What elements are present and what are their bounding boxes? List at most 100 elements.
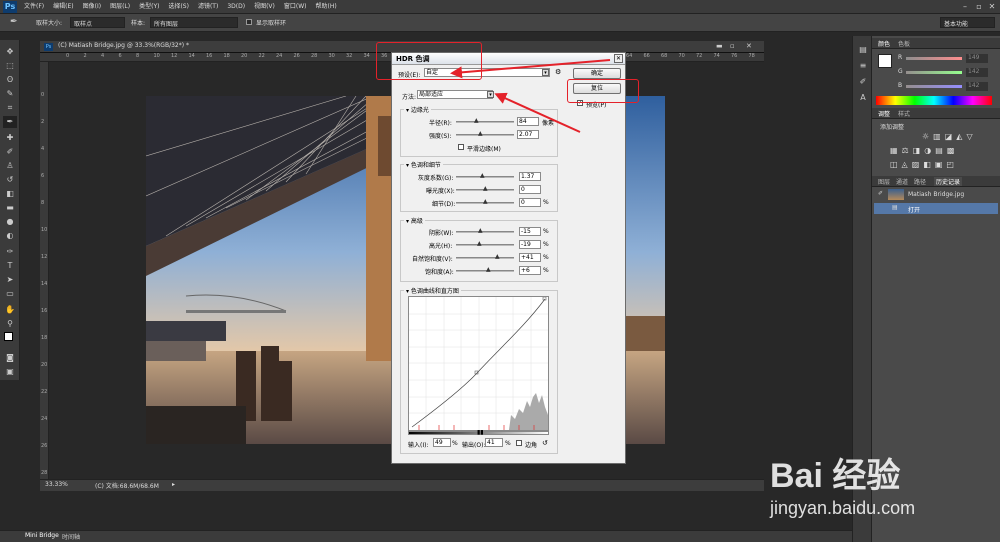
doc-restore-icon[interactable]: ▫ — [730, 42, 735, 50]
hand-tool-icon[interactable]: ✋ — [3, 304, 17, 316]
gamma-slider[interactable]: ▲ — [456, 173, 514, 179]
gradient-tool-icon[interactable]: ▬ — [3, 202, 17, 214]
stamp-tool-icon[interactable]: ♙ — [3, 160, 17, 172]
maximize-icon[interactable]: ▫ — [974, 2, 984, 11]
menu-item[interactable]: 图像(I) — [83, 0, 101, 14]
highlight-input[interactable]: -19 — [519, 240, 541, 249]
saturation-input[interactable]: +6 — [519, 266, 541, 275]
adjust-icons-row3[interactable]: ◫◬▨◧▣◰ — [890, 160, 958, 169]
zoom-level[interactable]: 33.33% — [45, 481, 68, 488]
type-tool-icon[interactable]: T — [3, 260, 17, 272]
smooth-edges-checkbox[interactable] — [458, 144, 464, 150]
shadow-slider[interactable]: ▲ — [456, 228, 514, 234]
tab-color[interactable]: 颜色 — [878, 39, 890, 48]
history-snapshot-row[interactable]: ✐ Matiash Bridge.jpg — [874, 188, 998, 202]
crop-tool-icon[interactable]: ⌗ — [3, 102, 17, 114]
menu-item[interactable]: 帮助(H) — [316, 0, 337, 14]
foreground-color-swatch[interactable] — [4, 332, 13, 341]
doc-info[interactable]: (C) 文档:68.6M/68.6M — [95, 481, 159, 490]
lasso-tool-icon[interactable]: ʘ — [3, 74, 17, 86]
b-slider[interactable] — [906, 85, 962, 88]
b-value[interactable]: 142 — [966, 82, 988, 91]
workspace-select[interactable]: 基本功能 — [940, 17, 995, 28]
color-spectrum-ramp[interactable] — [876, 96, 992, 105]
g-slider[interactable] — [906, 71, 962, 74]
menu-item[interactable]: 图层(L) — [110, 0, 130, 14]
dodge-tool-icon[interactable]: ◐ — [3, 230, 17, 242]
history-brush-icon[interactable]: ↺ — [3, 174, 17, 186]
tab-channels[interactable]: 通道 — [896, 177, 908, 186]
detail-slider[interactable]: ▲ — [456, 199, 514, 205]
highlight-slider[interactable]: ▲ — [456, 241, 514, 247]
show-ring-checkbox[interactable] — [246, 19, 252, 25]
close-icon[interactable]: ✕ — [987, 2, 997, 11]
mini-bridge-tab[interactable]: Mini Bridge — [25, 532, 59, 539]
shadow-input[interactable]: -15 — [519, 227, 541, 236]
sample-select[interactable]: 所有图层 — [150, 17, 238, 28]
curve-output-value[interactable]: 41 — [485, 438, 503, 447]
adjust-icons-row2[interactable]: ▦⚖◨◑▤▩ — [890, 146, 958, 155]
screen-mode-icon[interactable]: ▣ — [3, 366, 17, 378]
eyedropper-tool-icon[interactable]: ✒ — [3, 116, 17, 128]
sample-size-select[interactable]: 取样点 — [70, 17, 125, 28]
corner-checkbox[interactable] — [516, 440, 522, 446]
r-value[interactable]: 149 — [966, 54, 988, 63]
properties-panel-icon[interactable]: ≡ — [856, 60, 870, 72]
timeline-tab[interactable]: 时间轴 — [62, 532, 80, 541]
zoom-tool-icon[interactable]: ⚲ — [3, 318, 17, 330]
path-select-icon[interactable]: ➤ — [3, 274, 17, 286]
brush-panel-icon[interactable]: ✐ — [856, 76, 870, 88]
r-slider[interactable] — [906, 57, 962, 60]
tab-adjustments[interactable]: 调整 — [878, 109, 890, 118]
healing-tool-icon[interactable]: ✚ — [3, 132, 17, 144]
minimize-icon[interactable]: – — [960, 2, 970, 11]
gamma-input[interactable]: 1.37 — [519, 172, 541, 181]
quick-mask-icon[interactable]: ◙ — [3, 352, 17, 364]
history-open-row[interactable]: ▤ 打开 — [874, 203, 998, 214]
menu-item[interactable]: 类型(Y) — [139, 0, 159, 14]
adjust-icons-row1[interactable]: ☼▥◪◭▽ — [922, 132, 977, 141]
quick-select-tool-icon[interactable]: ✎ — [3, 88, 17, 100]
menu-item[interactable]: 视图(V) — [254, 0, 275, 14]
curve-input-value[interactable]: 49 — [433, 438, 451, 447]
menu-item[interactable]: 文件(F) — [24, 0, 44, 14]
pen-tool-icon[interactable]: ✑ — [3, 246, 17, 258]
history-panel-icon[interactable]: ▤ — [856, 44, 870, 56]
move-tool-icon[interactable]: ✥ — [3, 46, 17, 58]
tab-history[interactable]: 历史记录 — [934, 177, 963, 186]
vibrance-input[interactable]: +41 — [519, 253, 541, 262]
ruler-v-tick: 6 — [41, 173, 45, 179]
saturation-slider[interactable]: ▲ — [456, 267, 514, 273]
shape-tool-icon[interactable]: ▭ — [3, 288, 17, 300]
blur-tool-icon[interactable]: ● — [3, 216, 17, 228]
menu-item[interactable]: 窗口(W) — [284, 0, 307, 14]
ruler-h-tick: 72 — [696, 53, 703, 59]
tab-paths[interactable]: 路径 — [914, 177, 926, 186]
menu-item[interactable]: 编辑(E) — [53, 0, 73, 14]
tab-layers[interactable]: 图层 — [878, 177, 890, 186]
curve-reset-icon[interactable]: ↺ — [542, 439, 548, 447]
menu-item[interactable]: 选择(S) — [168, 0, 189, 14]
g-value[interactable]: 142 — [966, 68, 988, 77]
tab-swatches[interactable]: 色板 — [898, 39, 910, 48]
exposure-input[interactable]: 0 — [519, 185, 541, 194]
tone-curve-graph[interactable] — [408, 296, 549, 431]
vibrance-slider[interactable]: ▲ — [456, 254, 514, 260]
curve-svg[interactable] — [409, 296, 548, 430]
exposure-slider[interactable]: ▲ — [456, 186, 514, 192]
eraser-tool-icon[interactable]: ◧ — [3, 188, 17, 200]
tab-styles[interactable]: 样式 — [898, 109, 910, 118]
menu-item[interactable]: 滤镜(T) — [198, 0, 218, 14]
character-panel-icon[interactable]: A — [856, 92, 870, 104]
marquee-tool-icon[interactable]: ⬚ — [3, 60, 17, 72]
status-arrow-icon[interactable]: ▸ — [172, 481, 175, 488]
detail-input[interactable]: 0 — [519, 198, 541, 207]
doc-minimize-icon[interactable]: ▬ — [716, 42, 723, 50]
doc-close-icon[interactable]: ✕ — [746, 42, 752, 50]
brush-tool-icon[interactable]: ✐ — [3, 146, 17, 158]
menu-item[interactable]: 3D(D) — [227, 0, 245, 14]
curve-slider-thumb-icon[interactable]: ▮▮ — [477, 429, 484, 436]
history-brush-source-icon[interactable]: ✐ — [878, 190, 883, 197]
color-fg-swatch[interactable] — [878, 54, 892, 68]
eyedropper-icon[interactable]: ✒ — [10, 17, 18, 27]
